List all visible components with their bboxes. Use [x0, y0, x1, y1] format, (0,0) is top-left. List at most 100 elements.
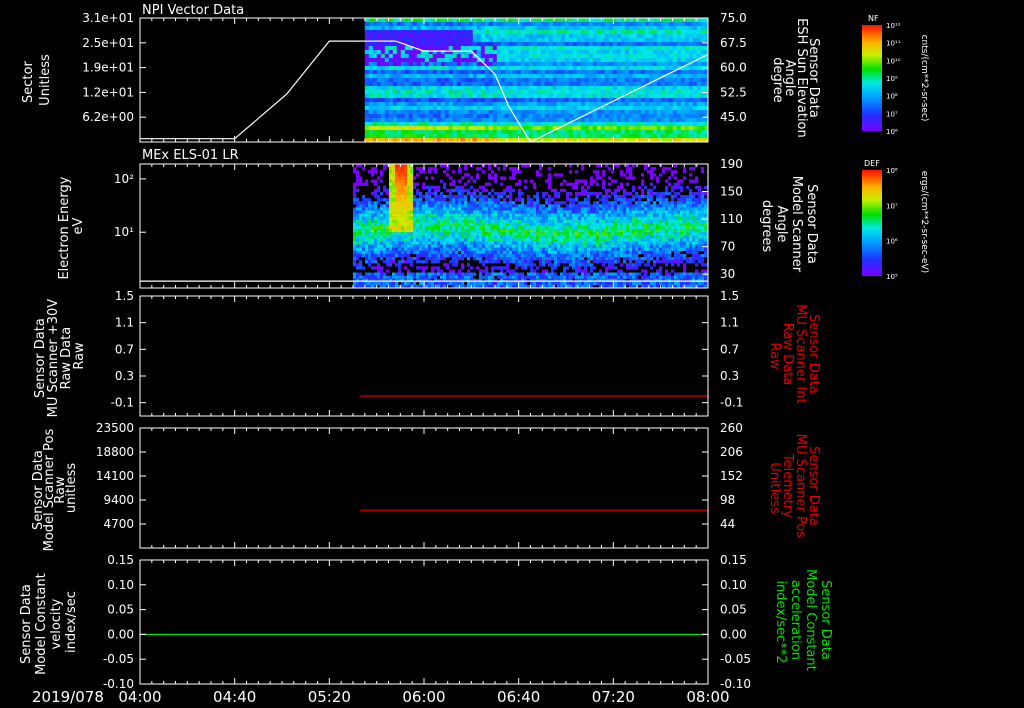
spectrogram-cell	[484, 78, 490, 83]
spectrogram-cell	[446, 275, 450, 279]
spectrogram-cell	[452, 229, 456, 233]
spectrogram-cell	[692, 106, 698, 111]
spectrogram-cell	[628, 18, 634, 23]
spectrogram-cell	[520, 82, 526, 87]
spectrogram-cell	[368, 66, 374, 71]
spectrogram-cell	[545, 179, 549, 183]
spectrogram-cell	[485, 182, 489, 186]
spectrogram-cell	[364, 130, 370, 135]
spectrogram-cell	[620, 30, 626, 35]
spectrogram-cell	[440, 235, 444, 239]
spectrogram-cell	[443, 204, 447, 208]
spectrogram-cell	[542, 253, 546, 258]
spectrogram-cell	[422, 216, 426, 220]
spectrogram-cell	[416, 98, 422, 103]
spectrogram-cell	[437, 219, 441, 224]
spectrogram-cell	[494, 226, 498, 230]
spectrogram-cell	[398, 253, 402, 258]
spectrogram-cell	[636, 62, 642, 67]
spectrogram-cell	[612, 86, 618, 91]
spectrogram-cell	[353, 222, 357, 227]
spectrogram-cell	[524, 241, 528, 245]
spectrogram-cell	[524, 102, 530, 107]
spectrogram-cell	[506, 241, 510, 245]
spectrogram-cell	[503, 266, 507, 270]
spectrogram-cell	[564, 130, 570, 135]
spectrogram-cell	[404, 191, 408, 196]
spectrogram-cell	[470, 213, 474, 217]
spectrogram-cell	[416, 18, 422, 23]
spectrogram-cell	[692, 46, 698, 51]
spectrogram-cell	[388, 122, 394, 127]
spectrogram-cell	[400, 50, 406, 55]
spectrogram-cell	[539, 222, 543, 227]
spectrogram-cell	[563, 260, 567, 264]
spectrogram-cell	[612, 38, 618, 43]
spectrogram-cell	[557, 201, 561, 205]
spectrogram-cell	[664, 94, 670, 99]
spectrogram-cell	[428, 198, 432, 202]
spectrogram-cell	[440, 74, 446, 79]
spectrogram-cell	[460, 22, 466, 27]
spectrogram-cell	[364, 58, 370, 63]
spectrogram-cell	[496, 38, 502, 43]
spectrogram-cell	[588, 38, 594, 43]
spectrogram-cell	[432, 110, 438, 115]
spectrogram-cell	[371, 226, 375, 230]
spectrogram-cell	[372, 58, 378, 63]
spectrogram-cell	[461, 238, 465, 242]
spectrogram-cell	[508, 102, 514, 107]
spectrogram-cell	[544, 114, 550, 119]
spectrogram-cell	[491, 244, 495, 248]
spectrogram-cell	[428, 42, 434, 47]
spectrogram-cell	[592, 54, 598, 59]
spectrogram-cell	[424, 90, 430, 95]
spectrogram-cell	[542, 275, 546, 279]
spectrogram-cell	[508, 130, 514, 135]
spectrogram-cell	[564, 54, 570, 59]
spectrogram-cell	[425, 229, 429, 233]
spectrogram-cell	[664, 18, 670, 23]
panel-2-title: MEx ELS-01 LR	[142, 148, 239, 163]
spectrogram-cell	[368, 260, 372, 264]
spectrogram-cell	[640, 62, 646, 67]
spectrogram-cell	[395, 275, 399, 279]
spectrogram-cell	[372, 130, 378, 135]
spectrogram-cell	[479, 219, 483, 224]
spectrogram-cell	[473, 250, 477, 255]
spectrogram-cell	[436, 102, 442, 107]
spectrogram-cell	[557, 232, 561, 236]
spectrogram-cell	[401, 272, 405, 276]
spectrogram-cell	[600, 74, 606, 79]
spectrogram-cell	[506, 229, 510, 233]
spectrogram-cell	[464, 70, 470, 75]
spectrogram-cell	[564, 42, 570, 47]
spectrogram-cell	[521, 229, 525, 233]
spectrogram-cell	[557, 195, 561, 199]
spectrogram-cell	[628, 70, 634, 75]
spectrogram-cell	[533, 281, 537, 286]
spectrogram-cell	[424, 42, 430, 47]
spectrogram-cell	[540, 46, 546, 51]
spectrogram-cell	[389, 191, 393, 196]
spectrogram-cell	[467, 173, 471, 177]
spectrogram-cell	[368, 50, 374, 55]
spectrogram-cell	[428, 185, 432, 189]
spectrogram-cell	[592, 58, 598, 63]
spectrogram-cell	[503, 176, 507, 180]
spectrogram-cell	[516, 106, 522, 111]
spectrogram-cell	[416, 90, 422, 95]
spectrogram-cell	[668, 78, 674, 83]
spectrogram-cell	[464, 126, 470, 131]
spectrogram-cell	[371, 235, 375, 239]
spectrogram-cell	[359, 204, 363, 208]
spectrogram-cell	[472, 26, 478, 31]
spectrogram-cell	[548, 253, 552, 258]
spectrogram-cell	[640, 130, 646, 135]
spectrogram-cell	[580, 54, 586, 59]
spectrogram-cell	[458, 247, 462, 251]
spectrogram-cell	[508, 38, 514, 43]
spectrogram-cell	[425, 253, 429, 258]
spectrogram-cell	[476, 62, 482, 67]
spectrogram-cell	[536, 114, 542, 119]
